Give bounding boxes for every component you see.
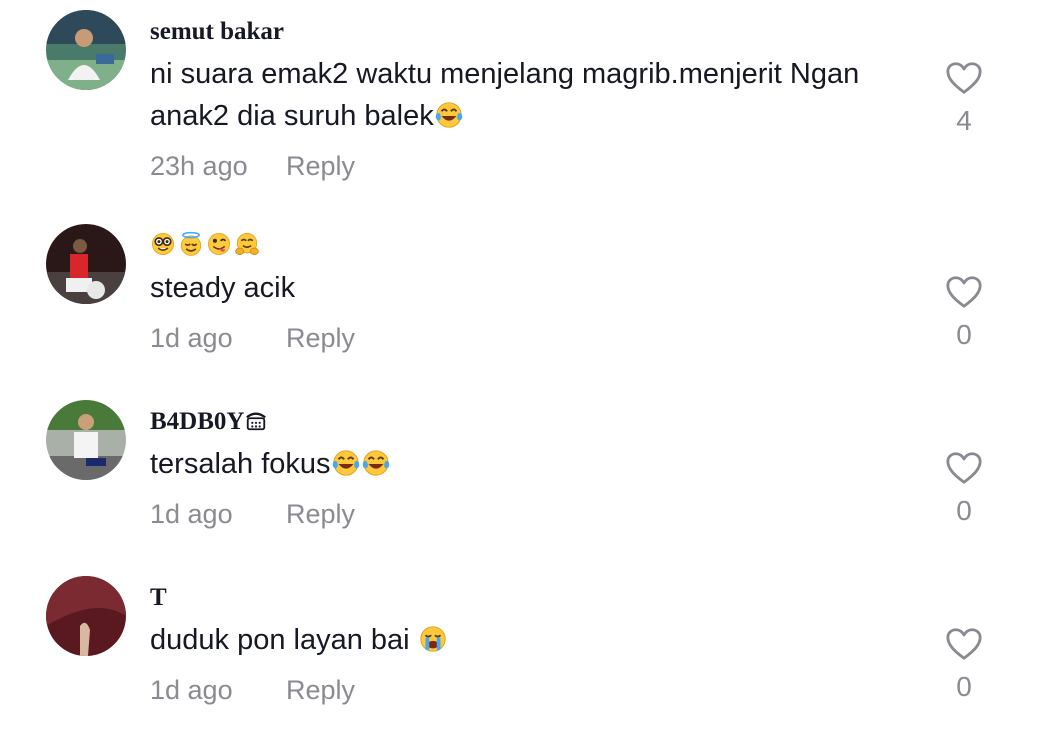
comment-meta: 1d ago Reply (150, 322, 355, 354)
avatar[interactable] (46, 224, 126, 304)
comment-item: steady acik 1d ago Reply 0 (0, 214, 1040, 390)
heart-icon[interactable] (945, 60, 983, 96)
face-with-tears-of-joy-icon (434, 100, 464, 130)
comment-item: B4DB0Y tersalah fokus 1d ago Reply 0 (0, 390, 1040, 566)
face-with-tears-of-joy-icon (331, 448, 361, 478)
comment-text-content: tersalah fokus (150, 448, 331, 480)
winking-face-with-tongue-icon (206, 231, 232, 257)
avatar[interactable] (46, 10, 126, 90)
username[interactable]: T (150, 583, 167, 613)
like-button[interactable]: 0 (938, 450, 990, 528)
smiling-face-with-halo-icon (178, 231, 204, 257)
comment-text-content: duduk pon layan bai (150, 624, 418, 656)
like-count: 0 (956, 495, 972, 526)
comment-meta: 1d ago Reply (150, 498, 355, 530)
comment-text: duduk pon layan bai (150, 619, 910, 661)
hugging-face-icon (234, 231, 260, 257)
comment-item: semut bakar ni suara emak2 waktu menjela… (0, 0, 1040, 181)
comment-item: T duduk pon layan bai 1d ago Reply 0 (0, 566, 1040, 742)
comment-meta: 23h ago Reply (150, 150, 355, 182)
reply-button[interactable]: Reply (286, 498, 355, 530)
username[interactable]: semut bakar (150, 17, 284, 47)
like-count: 4 (956, 105, 972, 136)
avatar[interactable] (46, 400, 126, 480)
like-button[interactable]: 0 (938, 274, 990, 352)
comment-text-content: ni suara emak2 waktu menjelang magrib.me… (150, 58, 860, 132)
reply-button[interactable]: Reply (286, 322, 355, 354)
like-count: 0 (956, 671, 972, 702)
face-with-tears-of-joy-icon (361, 448, 391, 478)
reply-button[interactable]: Reply (286, 150, 355, 182)
nerd-face-icon (150, 231, 176, 257)
comment-text: tersalah fokus (150, 443, 910, 485)
avatar[interactable] (46, 576, 126, 656)
comment-text: steady acik (150, 267, 910, 309)
comment-time: 23h ago (150, 151, 248, 181)
like-button[interactable]: 0 (938, 626, 990, 704)
comment-text-content: steady acik (150, 272, 296, 304)
heart-icon[interactable] (945, 274, 983, 310)
comment-time: 1d ago (150, 499, 233, 529)
heart-icon[interactable] (945, 626, 983, 662)
comment-time: 1d ago (150, 323, 233, 353)
heart-icon[interactable] (945, 450, 983, 486)
reply-button[interactable]: Reply (286, 674, 355, 706)
username[interactable]: B4DB0Y (150, 407, 267, 437)
comment-meta: 1d ago Reply (150, 674, 355, 706)
comment-time: 1d ago (150, 675, 233, 705)
username-text: B4DB0Y (150, 408, 245, 435)
loudly-crying-face-icon (418, 624, 448, 654)
username-emojis[interactable] (150, 231, 260, 257)
telephone-icon (245, 410, 267, 432)
comment-text: ni suara emak2 waktu menjelang magrib.me… (150, 53, 910, 137)
like-button[interactable]: 4 (938, 60, 990, 138)
like-count: 0 (956, 319, 972, 350)
